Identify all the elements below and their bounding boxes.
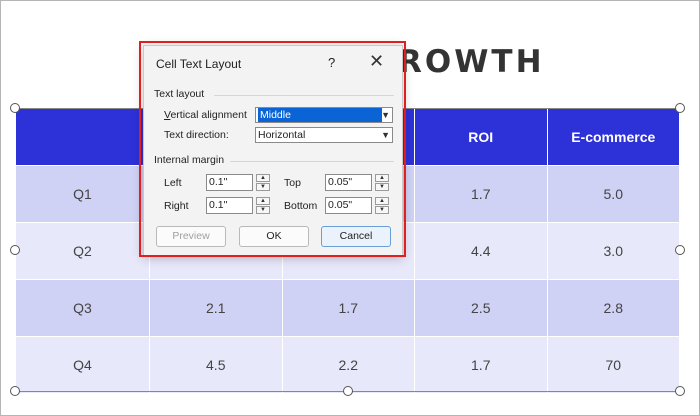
increment-icon[interactable]: ▲ [256, 174, 270, 182]
preview-button[interactable]: Preview [156, 226, 226, 247]
table-cell[interactable]: 4.4 [414, 222, 548, 280]
increment-icon[interactable]: ▲ [375, 174, 389, 182]
resize-handle[interactable] [675, 245, 685, 255]
decrement-icon[interactable]: ▼ [256, 183, 270, 191]
resize-handle[interactable] [343, 386, 353, 396]
table-cell[interactable]: 3.0 [546, 222, 680, 280]
vertical-alignment-select[interactable]: Middle ▼ [255, 107, 393, 123]
text-layout-section-label: Text layout [154, 88, 205, 100]
resize-handle[interactable] [10, 245, 20, 255]
decrement-icon[interactable]: ▼ [256, 206, 270, 214]
resize-handle[interactable] [10, 386, 20, 396]
chevron-down-icon: ▼ [381, 130, 390, 140]
text-direction-select[interactable]: Horizontal ▼ [255, 127, 393, 143]
table-cell[interactable]: 70 [546, 336, 680, 394]
table-cell[interactable]: Q1 [15, 165, 150, 223]
top-margin-label: Top [284, 177, 301, 189]
resize-handle[interactable] [675, 386, 685, 396]
table-cell[interactable]: 1.7 [281, 279, 415, 337]
bottom-margin-label: Bottom [284, 200, 318, 212]
section-divider [230, 161, 394, 162]
dialog-title: Cell Text Layout [156, 57, 242, 71]
table-cell[interactable]: 5.0 [546, 165, 680, 223]
table-cell[interactable]: Q3 [15, 279, 150, 337]
decrement-icon[interactable]: ▼ [375, 206, 389, 214]
top-margin-input[interactable]: 0.05" [325, 174, 372, 191]
increment-icon[interactable]: ▲ [256, 197, 270, 205]
bottom-margin-input[interactable]: 0.05" [325, 197, 372, 214]
table-cell[interactable]: 4.5 [149, 336, 283, 394]
slide-title: ROWTH [398, 44, 545, 80]
section-divider [214, 95, 394, 96]
vertical-alignment-label: Vertical alignment [164, 109, 247, 121]
left-margin-label: Left [164, 177, 182, 189]
table-cell[interactable]: Q2 [15, 222, 150, 280]
chevron-down-icon: ▼ [381, 110, 390, 120]
resize-handle[interactable] [675, 103, 685, 113]
cell-text-layout-dialog: Cell Text Layout ? ✕ Text layout Vertica… [143, 45, 403, 256]
close-icon[interactable]: ✕ [369, 51, 384, 72]
internal-margin-section-label: Internal margin [154, 154, 225, 166]
table-row: Q4 4.5 2.2 1.7 70 [15, 336, 680, 394]
left-margin-input[interactable]: 0.1" [206, 174, 253, 191]
decrement-icon[interactable]: ▼ [375, 183, 389, 191]
increment-icon[interactable]: ▲ [375, 197, 389, 205]
table-cell[interactable]: Q4 [15, 336, 150, 394]
table-row: Q3 2.1 1.7 2.5 2.8 [15, 279, 680, 337]
right-margin-input[interactable]: 0.1" [206, 197, 253, 214]
ok-button[interactable]: OK [239, 226, 309, 247]
help-icon[interactable]: ? [328, 55, 335, 70]
table-header-cell[interactable]: ROI [414, 108, 548, 166]
text-direction-label: Text direction: [164, 129, 229, 141]
cancel-button[interactable]: Cancel [321, 226, 391, 247]
table-header-cell[interactable] [15, 108, 150, 166]
table-header-cell[interactable]: E-commerce [546, 108, 680, 166]
table-cell[interactable]: 2.2 [281, 336, 415, 394]
resize-handle[interactable] [10, 103, 20, 113]
table-cell[interactable]: 2.1 [149, 279, 283, 337]
table-cell[interactable]: 1.7 [414, 336, 548, 394]
right-margin-label: Right [164, 200, 189, 212]
table-cell[interactable]: 2.5 [414, 279, 548, 337]
table-cell[interactable]: 1.7 [414, 165, 548, 223]
table-cell[interactable]: 2.8 [546, 279, 680, 337]
